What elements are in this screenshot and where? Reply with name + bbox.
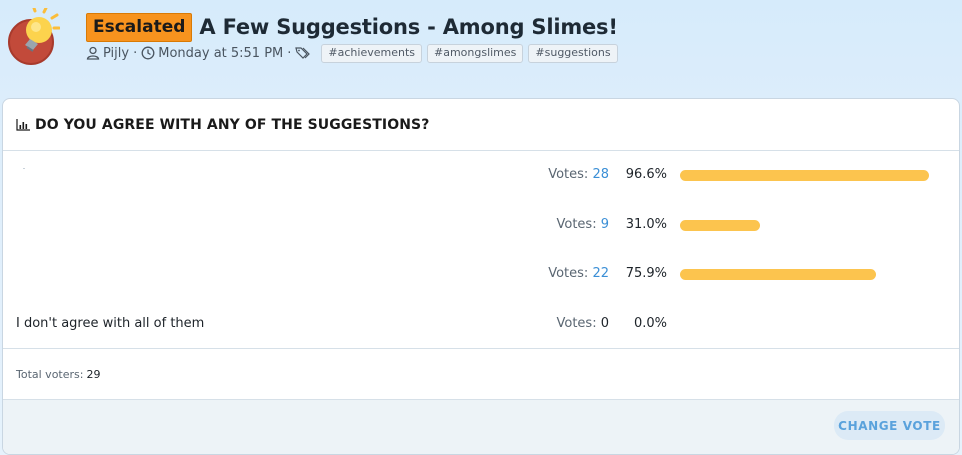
poll-question: DO YOU AGREE WITH ANY OF THE SUGGESTIONS… bbox=[35, 116, 430, 133]
result-bar bbox=[680, 269, 876, 280]
total-voters-label: Total voters: bbox=[16, 367, 84, 381]
poll-block: DO YOU AGREE WITH ANY OF THE SUGGESTIONS… bbox=[2, 98, 960, 455]
status-badge[interactable]: Escalated bbox=[86, 12, 193, 42]
poll-result-row: Votes: 28 96.6% bbox=[3, 164, 959, 188]
votes-label: Votes: bbox=[548, 167, 589, 182]
votes-label: Votes: bbox=[556, 217, 597, 232]
tag-link[interactable]: #suggestions bbox=[528, 43, 618, 63]
votes-count: Votes: 22 bbox=[548, 266, 609, 281]
result-bar-track bbox=[680, 220, 938, 231]
thread-meta: Pijly · Monday at 5:51 PM · #achievement… bbox=[86, 42, 618, 64]
poll-option-label: I don't agree with all of them bbox=[16, 316, 205, 331]
tags-icon bbox=[295, 46, 313, 60]
author-link[interactable]: Pijly bbox=[103, 46, 129, 61]
page-title: A Few Suggestions - Among Slimes! bbox=[199, 15, 618, 39]
tag-link[interactable]: #achievements bbox=[321, 43, 422, 63]
result-bar-track bbox=[680, 319, 938, 330]
result-bar bbox=[680, 220, 760, 231]
change-vote-button[interactable]: CHANGE VOTE bbox=[834, 411, 945, 440]
votes-label: Votes: bbox=[548, 266, 589, 281]
poll-header: DO YOU AGREE WITH ANY OF THE SUGGESTIONS… bbox=[3, 99, 959, 151]
total-voters-count: 29 bbox=[86, 367, 101, 381]
poll-total-voters: Total voters: 29 bbox=[3, 349, 959, 400]
votes-label: Votes: bbox=[556, 316, 597, 331]
votes-count: Votes: 28 bbox=[548, 167, 609, 182]
vote-percentage: 31.0% bbox=[625, 217, 667, 232]
poll-result-row: I don't agree with all of them Votes: 0 … bbox=[3, 313, 959, 337]
title-row: Escalated A Few Suggestions - Among Slim… bbox=[86, 12, 618, 42]
meta-separator: · bbox=[287, 45, 292, 61]
bar-chart-icon bbox=[16, 118, 30, 131]
tag-link[interactable]: #amongslimes bbox=[426, 43, 524, 63]
meta-separator: · bbox=[133, 45, 138, 61]
result-bar-track bbox=[680, 170, 938, 181]
post-date-link[interactable]: Monday at 5:51 PM bbox=[158, 46, 283, 61]
clock-icon bbox=[141, 46, 155, 60]
thread-header: Escalated A Few Suggestions - Among Slim… bbox=[0, 0, 962, 90]
votes-count: Votes: 0 bbox=[556, 316, 609, 331]
user-icon bbox=[86, 46, 100, 60]
poll-result-row: Votes: 9 31.0% bbox=[3, 214, 959, 238]
votes-count: Votes: 9 bbox=[556, 217, 609, 232]
vote-percentage: 75.9% bbox=[625, 266, 667, 281]
result-bar bbox=[680, 170, 930, 181]
vote-percentage: 0.0% bbox=[633, 316, 667, 331]
lightbulb-avatar-icon bbox=[8, 8, 60, 65]
poll-result-row: Votes: 22 75.9% bbox=[3, 263, 959, 287]
poll-results: Votes: 28 96.6% Votes: 9 31.0% Votes: 22… bbox=[3, 151, 959, 349]
vote-percentage: 96.6% bbox=[625, 167, 667, 182]
poll-action-bar: CHANGE VOTE bbox=[3, 400, 959, 454]
result-bar-track bbox=[680, 269, 938, 280]
